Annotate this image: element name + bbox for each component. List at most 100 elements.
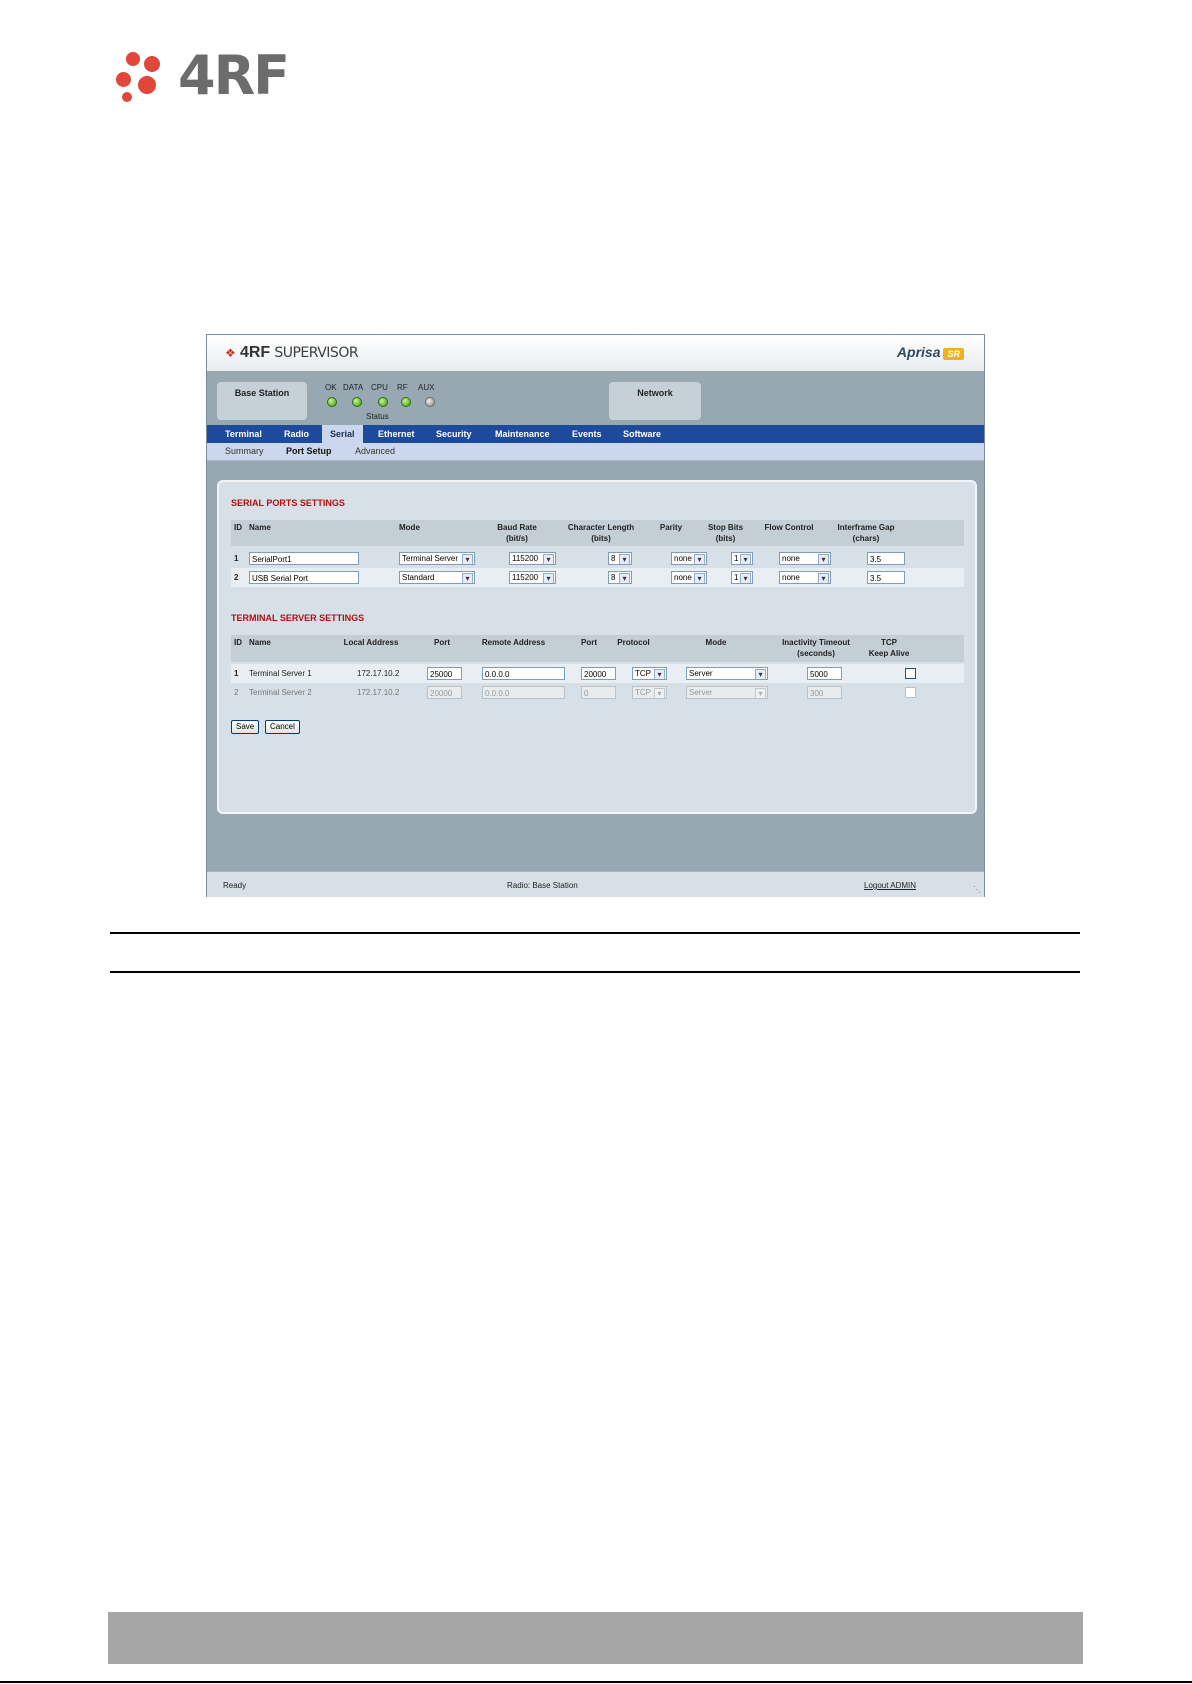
col-id: ID [234, 638, 242, 647]
page-logo: 4RF [116, 44, 296, 107]
tab-maintenance[interactable]: Maintenance [487, 425, 558, 443]
brand-name: SUPERVISOR [274, 345, 359, 361]
supervisor-window: ❖ 4RF SUPERVISOR Aprisa SR Base Station O… [206, 334, 985, 897]
tab-terminal[interactable]: Terminal [217, 425, 270, 443]
col-stop-bits-unit: (bits) [715, 534, 736, 543]
server-name: Terminal Server 2 [249, 688, 312, 697]
subtab-summary[interactable]: Summary [225, 443, 264, 460]
resize-grip-icon[interactable]: ⋱ [973, 885, 981, 894]
tab-events[interactable]: Events [564, 425, 610, 443]
port-name-input[interactable]: USB Serial Port [249, 571, 359, 584]
inactivity-timeout-input[interactable]: 5000 [807, 667, 842, 680]
save-button[interactable]: Save [231, 720, 260, 734]
base-station-label: Base Station [234, 388, 290, 398]
col-remote-port: Port [581, 638, 597, 647]
tab-ethernet[interactable]: Ethernet [370, 425, 423, 443]
col-interframe-gap: Interframe Gap [837, 523, 895, 532]
product-name: Aprisa [896, 344, 941, 360]
flow-control-select[interactable]: none [779, 571, 831, 584]
app-status-bar: Ready Radio: Base Station Logout ADMIN ⋱ [207, 871, 984, 897]
brand-dots-icon: ❖ [225, 346, 236, 360]
col-baud: Baud Rate [497, 523, 537, 532]
col-remote-address: Remote Address [481, 638, 546, 647]
remote-address-input[interactable]: 0.0.0.0 [482, 686, 565, 699]
col-baud-unit: (bit/s) [506, 534, 528, 543]
char-length-select[interactable]: 8 [608, 571, 632, 584]
baud-rate-select[interactable]: 115200 [509, 552, 556, 565]
terminal-server-title: TERMINAL SERVER SETTINGS [231, 613, 365, 623]
base-station-panel[interactable]: Base Station [217, 382, 307, 420]
inactivity-timeout-input[interactable]: 300 [807, 686, 842, 699]
row-id: 1 [234, 554, 239, 563]
local-address: 172.17.10.2 [357, 669, 400, 678]
tab-serial[interactable]: Serial [322, 425, 363, 443]
col-mode: Mode [705, 638, 727, 647]
col-name: Name [249, 638, 271, 647]
subtab-advanced[interactable]: Advanced [355, 443, 395, 460]
mode-select[interactable]: Terminal Server [399, 552, 475, 565]
product-logo: Aprisa SR [897, 344, 964, 360]
content-panel: SERIAL PORTS SETTINGS ID Name Mode Baud … [217, 480, 977, 814]
led-label-cpu: CPU [371, 383, 388, 392]
led-label-rf: RF [397, 383, 408, 392]
serial-ports-title: SERIAL PORTS SETTINGS [231, 498, 345, 508]
server-mode-select[interactable]: Server [686, 686, 768, 699]
logo-text: 4RF [178, 44, 290, 107]
col-inactivity-timeout: Inactivity Timeout [782, 638, 850, 647]
mode-select[interactable]: Standard [399, 571, 475, 584]
remote-address-input[interactable]: 0.0.0.0 [482, 667, 565, 680]
col-stop-bits: Stop Bits [707, 523, 744, 532]
divider-bottom [110, 971, 1080, 973]
parity-select[interactable]: none [671, 552, 707, 565]
tab-radio[interactable]: Radio [276, 425, 317, 443]
col-flow-control: Flow Control [764, 523, 814, 532]
local-port-input[interactable]: 20000 [427, 686, 462, 699]
col-char-length-unit: (bits) [591, 534, 611, 543]
sub-nav: Summary Port Setup Advanced [207, 443, 984, 461]
tab-security[interactable]: Security [428, 425, 480, 443]
interframe-gap-input[interactable]: 3.5 [867, 571, 905, 584]
app-header: ❖ 4RF SUPERVISOR Aprisa SR [207, 335, 984, 372]
remote-port-input[interactable]: 20000 [581, 667, 616, 680]
status-label: Status [366, 412, 389, 421]
col-name: Name [249, 523, 271, 532]
col-interframe-gap-unit: (chars) [852, 534, 880, 543]
keep-alive-checkbox[interactable] [905, 687, 916, 698]
cpu-led-icon [378, 397, 388, 407]
protocol-select[interactable]: TCP [632, 686, 667, 699]
parity-select[interactable]: none [671, 571, 707, 584]
cancel-button[interactable]: Cancel [265, 720, 300, 734]
led-label-ok: OK [325, 383, 337, 392]
stop-bits-select[interactable]: 1 [731, 552, 753, 565]
col-protocol: Protocol [617, 638, 650, 647]
network-panel[interactable]: Network [609, 382, 701, 420]
keep-alive-checkbox[interactable] [905, 668, 916, 679]
page-footer-line [0, 1681, 1192, 1683]
remote-port-input[interactable]: 0 [581, 686, 616, 699]
supervisor-brand: ❖ 4RF SUPERVISOR [225, 344, 359, 362]
col-port: Port [434, 638, 450, 647]
baud-rate-select[interactable]: 115200 [509, 571, 556, 584]
protocol-select[interactable]: TCP [632, 667, 667, 680]
col-mode: Mode [399, 523, 420, 532]
tab-software[interactable]: Software [615, 425, 669, 443]
table-row: 2 Terminal Server 2 172.17.10.2 20000 0.… [231, 683, 964, 702]
interframe-gap-input[interactable]: 3.5 [867, 552, 905, 565]
local-port-input[interactable]: 25000 [427, 667, 462, 680]
local-address: 172.17.10.2 [357, 688, 400, 697]
server-mode-select[interactable]: Server [686, 667, 768, 680]
logout-link[interactable]: Logout ADMIN [864, 881, 916, 890]
port-name-input[interactable]: SerialPort1 [249, 552, 359, 565]
network-label: Network [637, 388, 673, 398]
col-tcp: TCP [881, 638, 897, 647]
flow-control-select[interactable]: none [779, 552, 831, 565]
status-radio: Radio: Base Station [507, 881, 578, 890]
stop-bits-select[interactable]: 1 [731, 571, 753, 584]
col-char-length: Character Length [567, 523, 635, 532]
row-id: 2 [234, 573, 239, 582]
led-label-aux: AUX [418, 383, 435, 392]
status-area: Base Station OK DATA CPU RF AUX Status N… [207, 372, 984, 424]
subtab-port-setup[interactable]: Port Setup [286, 443, 332, 460]
rf-led-icon [401, 397, 411, 407]
char-length-select[interactable]: 8 [608, 552, 632, 565]
